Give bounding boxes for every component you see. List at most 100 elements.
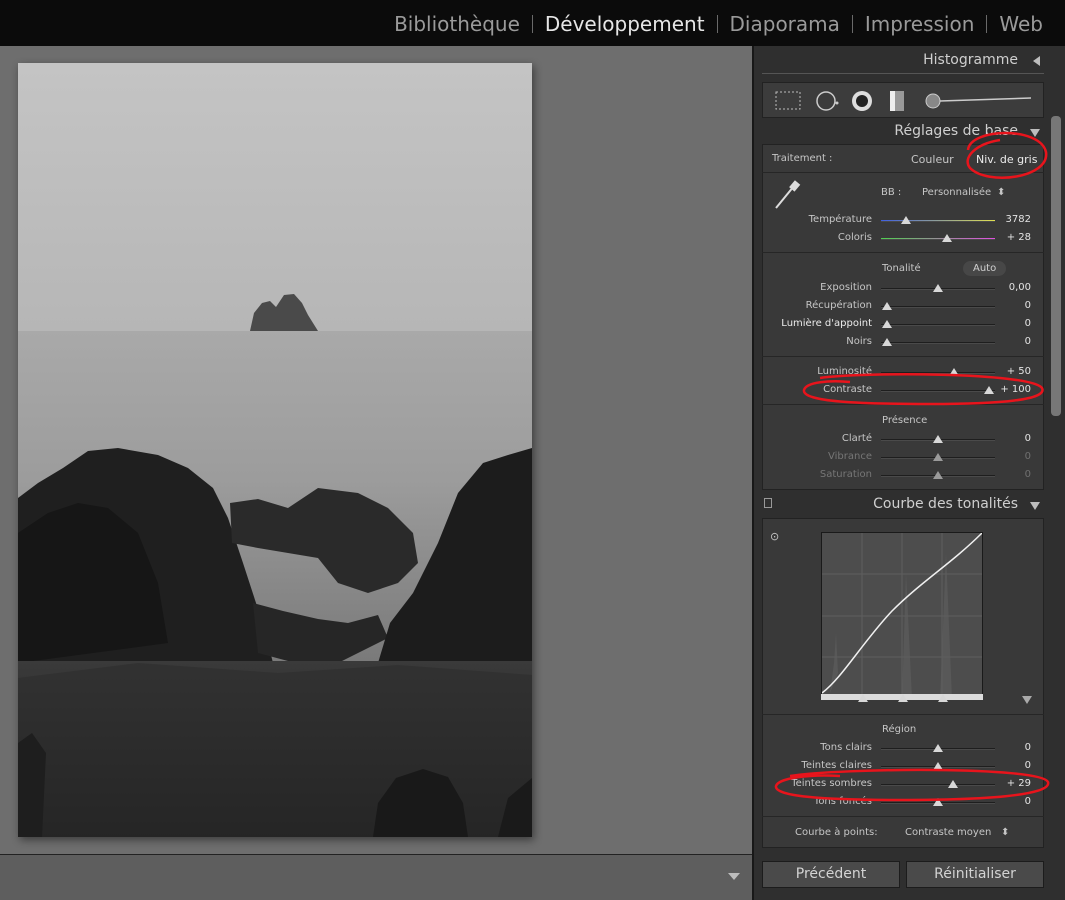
clarity-thumb[interactable] <box>933 435 943 443</box>
lights-value[interactable]: 0 <box>991 760 1031 771</box>
previous-button[interactable]: Précédent <box>762 861 900 888</box>
module-develop[interactable]: Développement <box>533 11 717 37</box>
temperature-value[interactable]: 3782 <box>991 214 1031 225</box>
highlights-value[interactable]: 0 <box>991 742 1031 753</box>
module-library[interactable]: Bibliothèque <box>382 11 532 37</box>
brightness-thumb[interactable] <box>948 368 959 376</box>
contrast-divider <box>762 404 1044 405</box>
point-curve-select[interactable]: Contraste moyen <box>905 827 991 838</box>
toolbar-bottom <box>0 854 752 900</box>
exposure-value[interactable]: 0,00 <box>991 282 1031 293</box>
highlights-thumb[interactable] <box>933 744 943 752</box>
treatment-color-option[interactable]: Couleur <box>911 153 954 166</box>
fill-light-thumb[interactable] <box>881 320 892 328</box>
histogram-header[interactable]: Histogramme <box>762 48 1044 74</box>
brightness-label: Luminosité <box>817 366 872 377</box>
treatment-label: Traitement : <box>772 153 833 164</box>
reset-button[interactable]: Réinitialiser <box>906 861 1044 888</box>
target-adjust-icon[interactable]: ⊙ <box>770 530 779 543</box>
toolbar-toggle-icon[interactable] <box>728 873 740 880</box>
vibrance-value: 0 <box>1024 451 1031 462</box>
blacks-value[interactable]: 0 <box>991 336 1031 347</box>
blacks-thumb[interactable] <box>881 338 892 346</box>
split-point-thumb[interactable] <box>938 694 948 702</box>
saturation-label: Saturation <box>819 469 872 480</box>
photo-preview[interactable] <box>18 63 532 837</box>
crop-tool-icon[interactable] <box>775 91 801 110</box>
fill-light-value[interactable]: 0 <box>991 318 1031 329</box>
darks-value[interactable]: + 29 <box>991 778 1031 789</box>
eyedropper-icon[interactable] <box>770 178 806 212</box>
contrast-slider[interactable] <box>881 390 995 392</box>
region-label: Région <box>882 724 917 735</box>
histogram-divider <box>762 73 1044 74</box>
clarity-value[interactable]: 0 <box>991 433 1031 444</box>
darks-thumb[interactable] <box>947 780 958 788</box>
panel-scrollbar[interactable] <box>1051 116 1061 416</box>
brightness-value[interactable]: + 50 <box>991 366 1031 377</box>
tone-curve-header[interactable]: Courbe des tonalités <box>762 492 1044 518</box>
basic-title: Réglages de base <box>894 123 1018 139</box>
contrast-value[interactable]: + 100 <box>991 384 1031 395</box>
fill-light-slider[interactable] <box>881 324 995 326</box>
point-curve-arrows-icon[interactable]: ⬍ <box>1001 827 1009 838</box>
histogram-title: Histogramme <box>923 52 1018 68</box>
module-print[interactable]: Impression <box>853 11 986 37</box>
vibrance-thumb <box>933 453 943 461</box>
curve-menu-icon[interactable] <box>1022 696 1032 704</box>
graduated-filter-icon[interactable] <box>890 91 904 111</box>
wb-divider <box>762 252 1044 253</box>
shadows-thumb[interactable] <box>933 798 943 806</box>
wb-select[interactable]: Personnalisée <box>922 187 991 198</box>
exposure-thumb[interactable] <box>933 284 943 292</box>
tint-thumb[interactable] <box>942 234 953 242</box>
shadows-value[interactable]: 0 <box>991 796 1031 807</box>
split-point-thumb[interactable] <box>858 694 868 702</box>
basic-header[interactable]: Réglages de base <box>762 119 1044 145</box>
tool-strip <box>762 82 1044 118</box>
adjustment-brush-icon[interactable] <box>925 93 1032 109</box>
fill-light-label: Lumière d'appoint <box>781 318 872 329</box>
saturation-value: 0 <box>1024 469 1031 480</box>
collapse-down-icon[interactable] <box>1030 129 1040 137</box>
temperature-thumb[interactable] <box>901 216 912 224</box>
module-slideshow[interactable]: Diaporama <box>718 11 852 37</box>
collapse-down-icon[interactable] <box>1030 502 1040 510</box>
treatment-divider <box>762 172 1044 173</box>
blacks-slider[interactable] <box>881 342 995 344</box>
split-point-thumb[interactable] <box>898 694 908 702</box>
spot-removal-icon[interactable] <box>816 91 839 111</box>
recovery-slider[interactable] <box>881 306 995 308</box>
tone-curve-graph[interactable] <box>821 532 983 700</box>
vibrance-label: Vibrance <box>828 451 872 462</box>
temperature-label: Température <box>808 214 872 225</box>
wb-label: BB : <box>881 187 902 198</box>
brightness-slider[interactable] <box>881 372 995 374</box>
image-canvas[interactable] <box>0 46 752 854</box>
wb-select-arrows-icon[interactable]: ⬍ <box>997 187 1005 198</box>
region-divider <box>762 816 1044 817</box>
seascape-photo <box>18 63 532 837</box>
blacks-label: Noirs <box>846 336 872 347</box>
tone-label: Tonalité <box>882 263 921 274</box>
collapse-left-icon[interactable] <box>1033 56 1040 66</box>
tool-icons <box>775 91 1032 111</box>
treatment-grayscale-option[interactable]: Niv. de gris <box>976 153 1037 166</box>
tint-value[interactable]: + 28 <box>991 232 1031 243</box>
develop-panel: Histogramme Réglages de base Traitement … <box>752 46 1065 900</box>
point-curve-label: Courbe à points: <box>795 827 878 838</box>
curve-divider <box>762 714 1044 715</box>
darks-slider[interactable] <box>881 784 995 786</box>
recovery-thumb[interactable] <box>881 302 892 310</box>
temperature-slider[interactable] <box>881 220 995 222</box>
panel-toggle-icon[interactable] <box>764 498 772 508</box>
lights-thumb[interactable] <box>933 762 943 770</box>
shadows-label: Tons foncés <box>813 796 872 807</box>
module-web[interactable]: Web <box>987 11 1055 37</box>
tint-slider[interactable] <box>881 238 995 240</box>
recovery-value[interactable]: 0 <box>991 300 1031 311</box>
auto-tone-button[interactable]: Auto <box>963 261 1007 276</box>
red-eye-icon[interactable] <box>852 91 872 111</box>
tone-curve-title: Courbe des tonalités <box>873 496 1018 512</box>
highlights-label: Tons clairs <box>820 742 872 753</box>
